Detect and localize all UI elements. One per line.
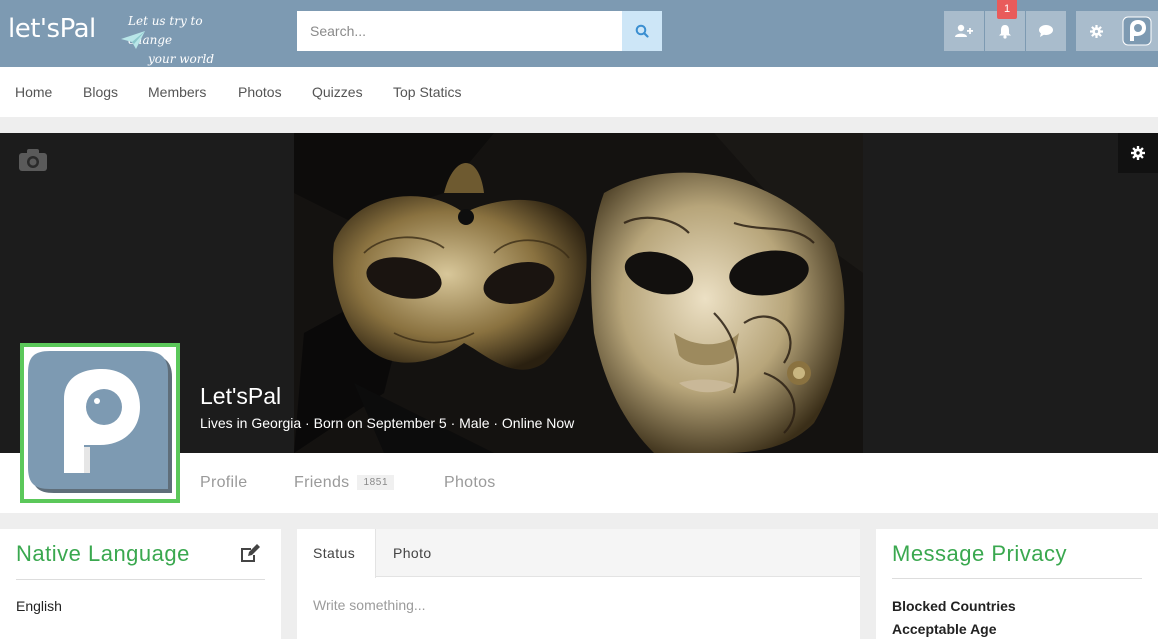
friends-count: 1851 (357, 475, 395, 490)
camera-icon[interactable] (18, 148, 48, 172)
profile-avatar[interactable] (20, 343, 180, 503)
tab-photos[interactable]: Photos (444, 474, 496, 492)
native-language-value: English (16, 598, 62, 614)
main-nav: Home Blogs Members Photos Quizzes Top St… (0, 67, 1158, 117)
settings-button[interactable] (1076, 11, 1116, 51)
blocked-countries-label: Blocked Countries (892, 598, 1016, 614)
cover-settings-button[interactable] (1118, 133, 1158, 173)
user-avatar[interactable] (1116, 11, 1158, 51)
paper-plane-icon (121, 31, 145, 49)
divider (892, 578, 1142, 579)
search-button[interactable] (622, 11, 662, 51)
letspal-logo-icon (1122, 16, 1152, 46)
divider (16, 579, 265, 580)
native-language-panel: Native Language English (0, 529, 281, 639)
notification-badge: 1 (997, 0, 1017, 19)
status-input[interactable] (313, 597, 843, 613)
profile-name: Let'sPal (200, 383, 282, 409)
tab-photo[interactable]: Photo (377, 529, 448, 578)
messages-button[interactable] (1026, 11, 1066, 51)
nav-item-members[interactable]: Members (148, 84, 206, 100)
edit-icon[interactable] (239, 543, 261, 563)
panel-title: Native Language (16, 541, 190, 566)
nav-item-top-statics[interactable]: Top Statics (393, 84, 461, 100)
message-privacy-panel: Message Privacy Blocked Countries Accept… (876, 529, 1158, 639)
composer-tabs: Status Photo (297, 529, 860, 578)
profile-info: Lives in Georgia · Born on September 5 ·… (200, 415, 575, 431)
nav-item-quizzes[interactable]: Quizzes (312, 84, 363, 100)
tab-friends-label: Friends (294, 474, 350, 491)
add-friend-icon (955, 24, 973, 37)
top-bar: let'sPal Let us try to change your world (0, 0, 1158, 67)
friend-requests-button[interactable] (944, 11, 984, 51)
status-composer: Status Photo (297, 529, 860, 639)
search-icon (635, 24, 649, 38)
search-bar (297, 11, 662, 51)
carnival-masks-image (294, 133, 863, 453)
logo-text[interactable]: let'sPal (8, 14, 96, 44)
chat-icon (1039, 25, 1053, 37)
acceptable-age-label: Acceptable Age (892, 621, 997, 637)
letspal-logo-icon (24, 347, 176, 499)
tab-profile[interactable]: Profile (200, 474, 247, 492)
gear-icon (1131, 146, 1145, 160)
tab-status[interactable]: Status (297, 529, 376, 578)
nav-item-home[interactable]: Home (15, 84, 52, 100)
nav-item-photos[interactable]: Photos (238, 84, 282, 100)
search-input[interactable] (297, 11, 622, 51)
tab-friends[interactable]: Friends 1851 (294, 474, 395, 492)
gear-icon (1089, 24, 1103, 38)
nav-item-blogs[interactable]: Blogs (83, 84, 118, 100)
panel-title: Message Privacy (892, 541, 1068, 566)
bell-icon (999, 24, 1011, 39)
cover-photo (294, 133, 863, 453)
